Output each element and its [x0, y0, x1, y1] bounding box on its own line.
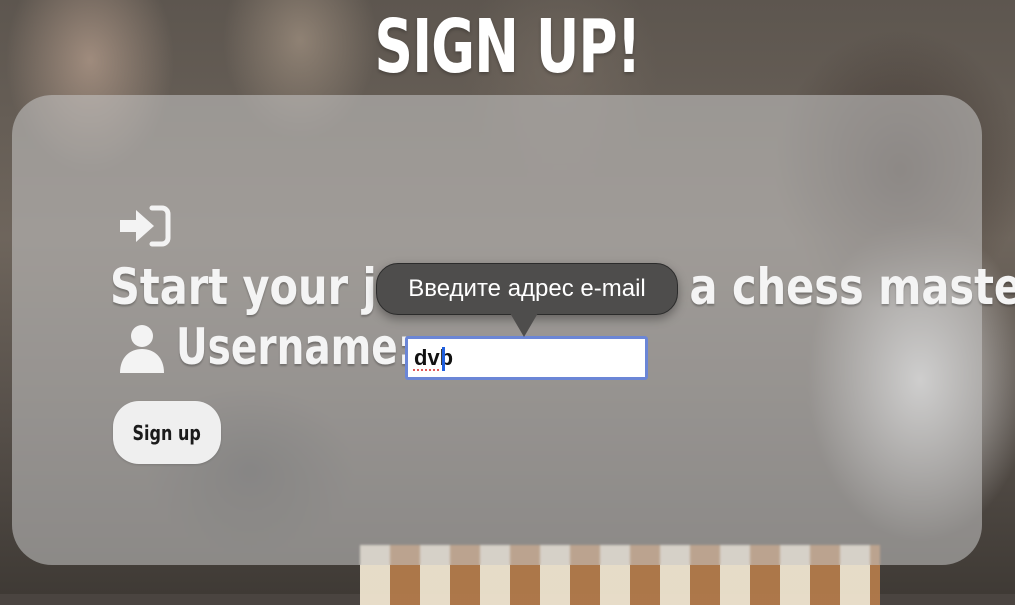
sign-in-icon: [120, 205, 171, 247]
page-title: SIGN UP!: [374, 4, 642, 90]
username-label: Username:: [176, 318, 414, 376]
text-caret: [442, 347, 445, 371]
signup-button[interactable]: Sign up: [113, 401, 221, 464]
tooltip-arrow: [510, 313, 538, 337]
user-icon: [120, 325, 164, 373]
spellcheck-underline: [413, 369, 441, 371]
signup-button-label: Sign up: [132, 420, 202, 445]
validation-tooltip: Введите адрес e-mail: [376, 263, 678, 315]
